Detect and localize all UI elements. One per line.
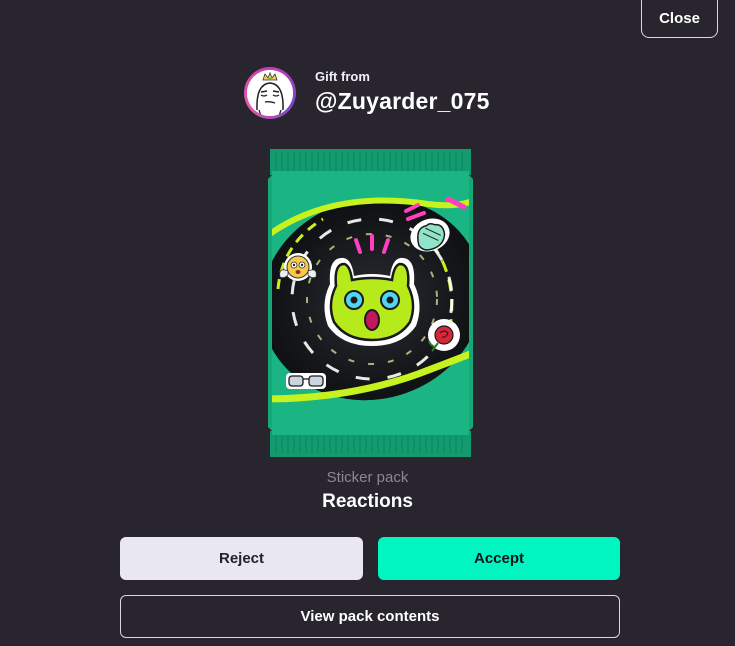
gift-sender: Gift from @Zuyarder_075 <box>244 67 490 119</box>
close-button[interactable]: Close <box>641 0 718 38</box>
sender-username: @Zuyarder_075 <box>315 88 490 114</box>
reject-button[interactable]: Reject <box>120 537 363 580</box>
view-pack-contents-button[interactable]: View pack contents <box>120 595 620 638</box>
pack-name: Reactions <box>322 491 413 512</box>
smug-face-icon <box>247 70 293 116</box>
sticker-pack-image <box>268 149 473 457</box>
sticker-pack-art-icon <box>268 149 473 457</box>
sender-avatar <box>244 67 296 119</box>
gift-dialog: Close Gift from @Zuyarder_075 Sticker pa… <box>0 0 735 646</box>
accept-button[interactable]: Accept <box>378 537 620 580</box>
gift-from-label: Gift from <box>315 69 370 84</box>
pack-type-label: Sticker pack <box>326 469 409 486</box>
